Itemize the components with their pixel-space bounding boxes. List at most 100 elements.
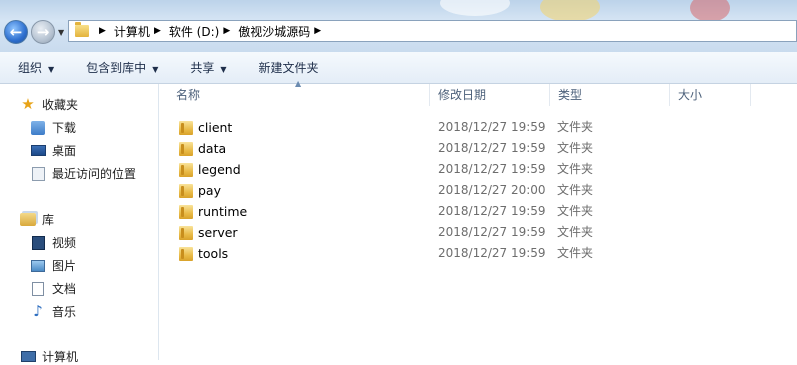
nav-item-videos[interactable]: 视频 [30,234,76,251]
navigation-pane: ★ 收藏夹 下载 桌面 最近访问的位置 库 视频 图片 文档 ♪ 音乐 计算机 [0,84,159,364]
arrow-left-icon: ← [9,22,23,41]
organize-button[interactable]: 组织 ▼ [18,59,54,76]
file-name: client [198,120,233,135]
library-icon [20,213,36,227]
folder-icon [179,204,193,219]
include-in-library-button[interactable]: 包含到库中 ▼ [86,59,158,76]
nav-item-pictures[interactable]: 图片 [30,257,76,274]
video-icon [30,235,46,250]
caret-down-icon: ▼ [48,65,55,74]
file-type: 文件夹 [557,183,594,197]
back-button[interactable]: ← [4,20,28,44]
breadcrumb-drive[interactable]: 软件 (D:) [169,23,219,40]
folder-icon [179,162,193,177]
music-icon: ♪ [33,302,43,320]
nav-favorites-label: 收藏夹 [42,98,79,112]
nav-item-label: 视频 [52,236,77,250]
file-modified: 2018/12/27 19:59 [438,120,546,134]
folder-icon [75,22,89,37]
download-folder-icon [30,120,46,135]
file-type: 文件夹 [557,162,594,176]
file-modified: 2018/12/27 19:59 [438,246,546,260]
chevron-right-icon[interactable]: ▶ [99,26,106,36]
breadcrumb-folder[interactable]: 傲视沙城源码 [238,23,310,40]
organize-label: 组织 [18,61,43,75]
background-decoration [440,0,510,16]
folder-icon [179,225,193,240]
address-box[interactable]: ▶ 计算机 ▶ 软件 (D:) ▶ 傲视沙城源码 ▶ [68,20,797,42]
breadcrumb-computer[interactable]: 计算机 [114,23,150,40]
table-row[interactable]: tools 2018/12/27 19:59 文件夹 [159,243,759,264]
share-label: 共享 [190,61,215,75]
nav-item-desktop[interactable]: 桌面 [30,142,76,159]
nav-item-recent-places[interactable]: 最近访问的位置 [30,165,136,182]
background-decoration [690,0,730,22]
recent-places-icon [30,166,46,181]
computer-icon [20,350,36,364]
desktop-icon [30,144,46,158]
table-row[interactable]: runtime 2018/12/27 19:59 文件夹 [159,201,759,222]
folder-icon [179,141,193,156]
table-row[interactable]: client 2018/12/27 19:59 文件夹 [159,117,759,138]
new-folder-button[interactable]: 新建文件夹 [259,59,319,76]
nav-item-documents[interactable]: 文档 [30,280,76,297]
background-decoration [540,0,600,22]
star-icon: ★ [21,95,35,113]
column-header-type[interactable]: 类型 [550,84,670,106]
nav-item-label: 最近访问的位置 [52,167,137,181]
column-header-date-modified[interactable]: 修改日期 [430,84,550,106]
column-header-size[interactable]: 大小 [670,84,751,106]
table-row[interactable]: legend 2018/12/27 19:59 文件夹 [159,159,759,180]
share-button[interactable]: 共享 ▼ [190,59,226,76]
nav-libraries[interactable]: 库 [20,211,54,228]
arrow-right-icon: → [36,22,50,41]
include-in-library-label: 包含到库中 [86,61,147,75]
nav-favorites[interactable]: ★ 收藏夹 [20,96,78,113]
nav-computer[interactable]: 计算机 [20,348,78,365]
folder-icon [179,246,193,261]
file-name: pay [198,183,221,198]
file-type: 文件夹 [557,204,594,218]
file-list-pane: ▲ 名称 修改日期 类型 大小 client 2018/12/27 19:59 … [159,80,797,360]
nav-libraries-label: 库 [42,213,55,227]
chevron-right-icon[interactable]: ▶ [154,26,161,36]
command-toolbar: 组织 ▼ 包含到库中 ▼ 共享 ▼ 新建文件夹 [0,52,797,84]
table-row[interactable]: pay 2018/12/27 20:00 文件夹 [159,180,759,201]
folder-icon [179,120,193,135]
file-name: server [198,225,238,240]
file-name: tools [198,246,229,261]
nav-computer-label: 计算机 [42,350,79,364]
nav-item-label: 桌面 [52,144,77,158]
table-row[interactable]: data 2018/12/27 19:59 文件夹 [159,138,759,159]
file-type: 文件夹 [557,246,594,260]
file-type: 文件夹 [557,120,594,134]
chevron-right-icon[interactable]: ▶ [314,26,321,36]
nav-item-label: 图片 [52,259,77,273]
file-modified: 2018/12/27 19:59 [438,225,546,239]
caret-down-icon: ▼ [220,65,227,74]
forward-button[interactable]: → [31,20,55,44]
folder-icon [179,183,193,198]
file-modified: 2018/12/27 20:00 [438,183,546,197]
recent-pages-dropdown[interactable]: ▼ [58,28,64,37]
nav-item-label: 文档 [52,282,77,296]
file-modified: 2018/12/27 19:59 [438,162,546,176]
file-name: runtime [198,204,248,219]
file-modified: 2018/12/27 19:59 [438,204,546,218]
document-icon [30,281,46,296]
table-row[interactable]: server 2018/12/27 19:59 文件夹 [159,222,759,243]
nav-item-music[interactable]: ♪ 音乐 [30,303,76,320]
address-bar-area: ← → ▼ ▶ 计算机 ▶ 软件 (D:) ▶ 傲视沙城源码 ▶ [0,0,797,52]
file-modified: 2018/12/27 19:59 [438,141,546,155]
nav-item-downloads[interactable]: 下载 [30,119,76,136]
column-header-name[interactable]: 名称 [159,84,430,106]
file-name: legend [198,162,241,177]
picture-icon [30,259,46,273]
nav-item-label: 音乐 [52,305,77,319]
new-folder-label: 新建文件夹 [258,61,319,75]
chevron-right-icon[interactable]: ▶ [223,26,230,36]
file-type: 文件夹 [557,225,594,239]
nav-item-label: 下载 [52,121,77,135]
caret-down-icon: ▼ [152,65,159,74]
file-name: data [198,141,227,156]
